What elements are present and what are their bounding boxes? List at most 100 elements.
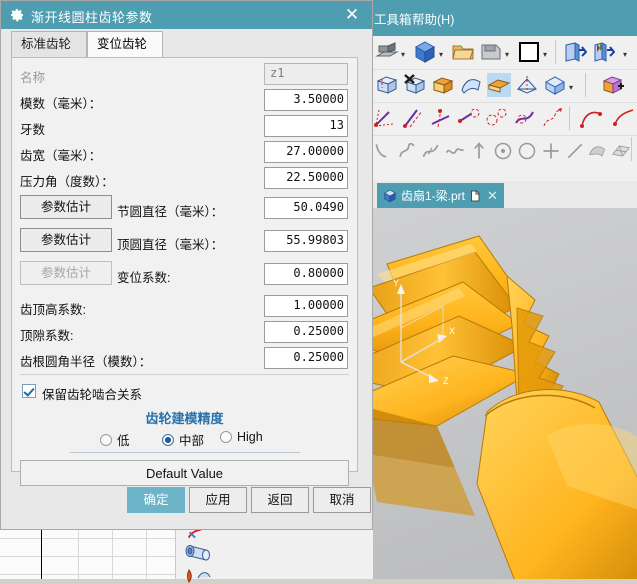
export-part-icon[interactable]: [591, 40, 615, 64]
field-row-pressure-angle: 压力角（度数）： 22.50000: [12, 166, 357, 192]
radio-label-low: 低: [117, 434, 130, 448]
point-icon[interactable]: [541, 141, 561, 161]
addendum-coef-input[interactable]: 1.00000: [264, 295, 348, 317]
module-value: 3.50000: [293, 92, 344, 106]
label-pitch-diameter: 节圆直径（毫米）：: [117, 205, 224, 219]
accuracy-radio-group: 低 中部 High: [82, 430, 292, 450]
chevron-down-icon[interactable]: ▾: [439, 51, 447, 59]
radio-circle: [220, 431, 232, 443]
radio-accuracy-low[interactable]: 低: [100, 430, 130, 449]
parallel-lines-icon[interactable]: [401, 106, 425, 130]
lower-panel-filler: [230, 530, 373, 579]
point-on-circle-icon[interactable]: [493, 141, 513, 161]
module-input[interactable]: 3.50000: [264, 89, 348, 111]
mesh-surface-icon[interactable]: [611, 141, 631, 161]
revolve-tool-icon[interactable]: [184, 568, 212, 584]
field-row-teeth-count: 牙数 13: [12, 114, 357, 140]
teeth-count-input[interactable]: 13: [264, 115, 348, 137]
save-part-icon[interactable]: [479, 40, 503, 64]
document-tab[interactable]: 齿扇1-梁.prt ✕: [377, 183, 504, 208]
toolbar-row-standard: ▾ ▾ ▾ ▾ ▾: [373, 36, 637, 70]
pitch-diameter-value: 50.0490: [293, 200, 344, 214]
keep-mesh-checkbox[interactable]: [22, 384, 36, 398]
addendum-coef-value: 1.00000: [293, 298, 344, 312]
arc-icon[interactable]: [579, 106, 603, 130]
import-part-icon[interactable]: [563, 40, 587, 64]
tab-modified-gear[interactable]: 变位齿轮: [87, 31, 163, 57]
cancel-button[interactable]: 取消: [313, 487, 371, 513]
part-file-icon: [384, 189, 396, 202]
tangent-circles-icon[interactable]: [485, 106, 509, 130]
circle-icon[interactable]: [517, 141, 537, 161]
datum-plane-icon[interactable]: [487, 73, 511, 97]
close-icon[interactable]: ✕: [487, 188, 498, 204]
line-to-circle-icon[interactable]: [457, 106, 481, 130]
profile-shift-input[interactable]: 0.80000: [264, 263, 348, 285]
document-modified-icon: [471, 190, 480, 201]
face-width-input[interactable]: 27.00000: [264, 141, 348, 163]
new-file-icon[interactable]: [375, 40, 399, 64]
root-fillet-radius-input[interactable]: 0.25000: [264, 347, 348, 369]
field-row-profile-shift: 参数估计 变位系数: 0.80000: [12, 261, 357, 289]
close-icon[interactable]: ✕: [342, 5, 362, 25]
chevron-down-icon[interactable]: ▾: [623, 51, 631, 59]
menu-item-toolbox[interactable]: 工具箱: [374, 9, 412, 28]
name-input[interactable]: z1: [264, 63, 348, 85]
datum-axis-icon[interactable]: [373, 106, 397, 130]
line-icon[interactable]: [565, 141, 585, 161]
document-tab-label: 齿扇1-梁.prt: [401, 189, 466, 203]
hole-icon[interactable]: [431, 73, 455, 97]
curve-tangent-icon[interactable]: [513, 106, 537, 130]
open-folder-icon[interactable]: [451, 40, 475, 64]
cylinder-icon[interactable]: [182, 542, 214, 566]
back-button[interactable]: 返回: [251, 487, 309, 513]
open-part-icon[interactable]: [413, 40, 437, 64]
estimate-outer-diameter-button[interactable]: 参数估计: [20, 228, 112, 252]
name-value: z1: [270, 66, 285, 80]
apply-button[interactable]: 应用: [189, 487, 247, 513]
curve-extend-icon[interactable]: [613, 106, 637, 130]
checkbox-row-keep-mesh[interactable]: 保留齿轮啮合关系: [12, 380, 357, 406]
fill-surface-icon[interactable]: [587, 141, 607, 161]
curve-icon[interactable]: [373, 141, 393, 161]
dialog-action-buttons: 确定 应用 返回 取消: [1, 481, 372, 521]
chevron-down-icon[interactable]: ▾: [543, 51, 551, 59]
estimate-pitch-diameter-button[interactable]: 参数估计: [20, 195, 112, 219]
extrude-icon[interactable]: [375, 73, 399, 97]
chevron-down-icon[interactable]: ▾: [401, 51, 409, 59]
document-tab-bar: 齿扇1-梁.prt ✕: [373, 181, 637, 209]
dialog-title-bar[interactable]: 渐开线圆柱齿轮参数 ✕: [1, 1, 372, 29]
pitch-diameter-input[interactable]: 50.0490: [264, 197, 348, 219]
radio-accuracy-medium[interactable]: 中部: [162, 430, 204, 449]
outer-diameter-input[interactable]: 55.99803: [264, 230, 348, 252]
radio-label-medium: 中部: [179, 434, 205, 448]
field-row-name: 名称 z1: [12, 62, 357, 88]
perpendicular-line-icon[interactable]: [429, 106, 453, 130]
s-curve-icon[interactable]: [397, 141, 417, 161]
revolve-icon[interactable]: [403, 73, 427, 97]
parameters-panel: 名称 z1 模数（毫米）： 3.50000 牙数 13 齿宽（毫米）： 27.0…: [11, 57, 358, 486]
blank-sheet-icon[interactable]: [517, 40, 541, 64]
chevron-down-icon[interactable]: ▾: [505, 51, 513, 59]
datum-csys-icon[interactable]: [515, 73, 539, 97]
ok-button[interactable]: 确定: [127, 487, 185, 513]
radio-accuracy-high[interactable]: High: [220, 430, 263, 444]
menu-item-help[interactable]: 帮助(H): [412, 9, 454, 28]
toolbar-row-curve: [373, 102, 637, 136]
gear-parameters-dialog: 渐开线圆柱齿轮参数 ✕ 标准齿轮 变位齿轮 名称 z1 模数（毫米）： 3.50…: [0, 0, 373, 530]
pressure-angle-input[interactable]: 22.50000: [264, 167, 348, 189]
fit-curve-icon[interactable]: [421, 141, 441, 161]
vector-axis-icon[interactable]: [469, 141, 489, 161]
tab-standard-gear[interactable]: 标准齿轮: [11, 31, 87, 57]
chevron-down-icon[interactable]: ▾: [569, 84, 577, 92]
wave-curve-icon[interactable]: [445, 141, 465, 161]
sheet-grid-area: [0, 530, 175, 579]
pattern-feature-icon[interactable]: [543, 73, 567, 97]
move-object-icon[interactable]: [601, 73, 625, 97]
spline-icon[interactable]: [541, 106, 565, 130]
clearance-coef-input[interactable]: 0.25000: [264, 321, 348, 343]
outer-diameter-value: 55.99803: [286, 233, 344, 247]
gear-shaft-model: [373, 235, 637, 579]
graphics-viewport[interactable]: Y X Z: [373, 208, 637, 579]
sweep-surface-icon[interactable]: [459, 73, 483, 97]
